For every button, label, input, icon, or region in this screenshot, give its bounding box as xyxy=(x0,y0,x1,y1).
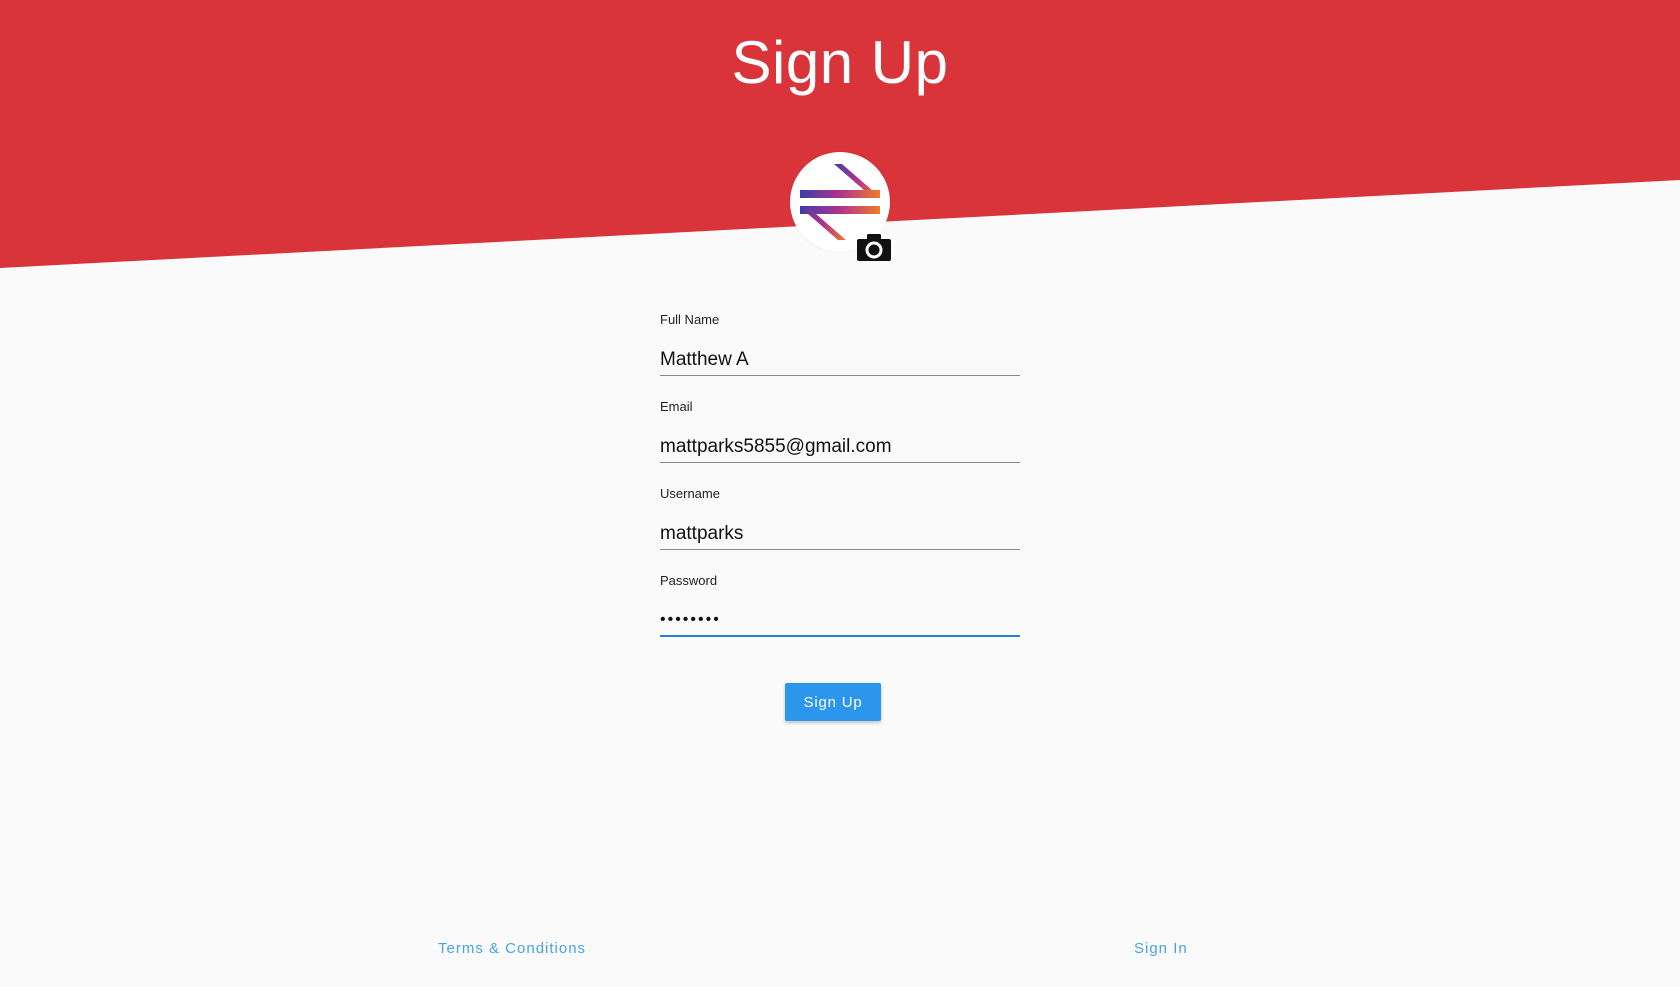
email-input[interactable] xyxy=(660,431,1020,463)
username-input[interactable] xyxy=(660,518,1020,550)
full-name-label: Full Name xyxy=(660,312,720,327)
password-input[interactable] xyxy=(660,605,1020,637)
email-field: Email xyxy=(660,399,1020,486)
terms-and-conditions-link[interactable]: Terms & Conditions xyxy=(438,940,586,957)
sign-up-button[interactable]: Sign Up xyxy=(785,683,881,721)
sign-in-link[interactable]: Sign In xyxy=(1134,940,1188,957)
page-title: Sign Up xyxy=(731,29,949,96)
password-label: Password xyxy=(660,573,718,588)
signup-form: Full Name Email Username Password xyxy=(660,312,1020,660)
avatar-container[interactable] xyxy=(790,152,891,261)
full-name-field: Full Name xyxy=(660,312,1020,399)
username-label: Username xyxy=(660,486,720,501)
password-field: Password xyxy=(660,573,1020,660)
username-field: Username xyxy=(660,486,1020,573)
camera-icon[interactable] xyxy=(856,232,892,262)
full-name-input[interactable] xyxy=(660,344,1020,376)
email-label: Email xyxy=(660,399,693,414)
